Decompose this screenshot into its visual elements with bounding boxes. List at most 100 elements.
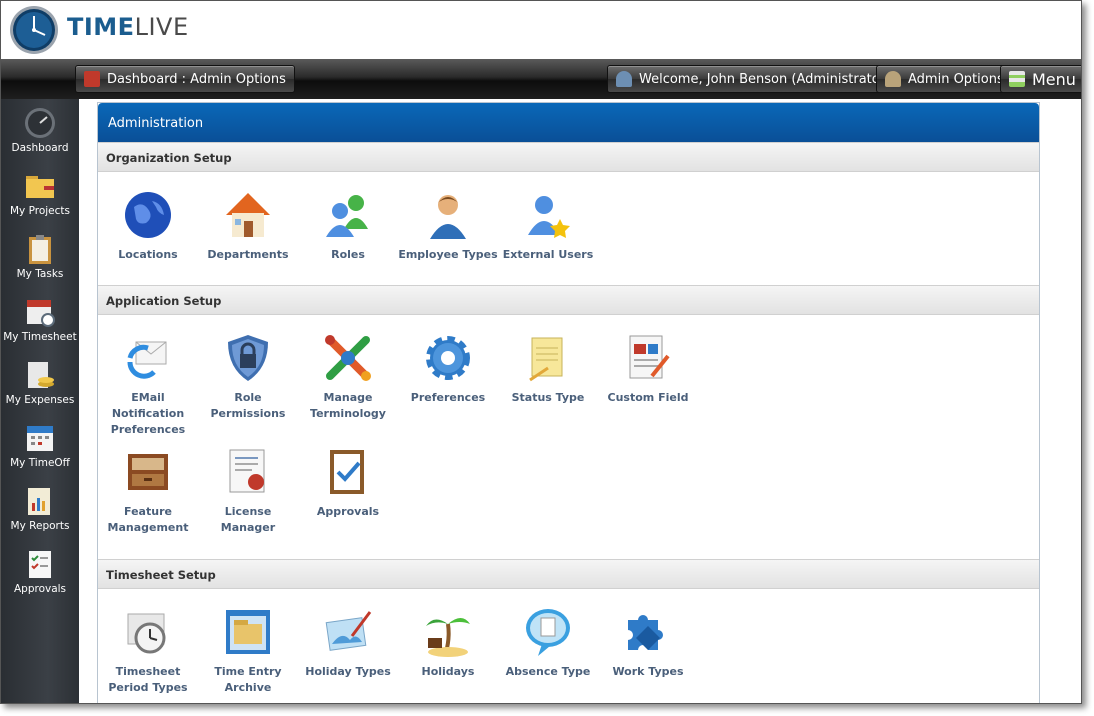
menu-list-icon bbox=[1009, 71, 1025, 87]
menu-label: Menu bbox=[1032, 69, 1076, 89]
notepad-icon bbox=[529, 337, 563, 382]
sidebar-item-label: My Reports bbox=[10, 520, 70, 532]
item-label: Approvals bbox=[316, 505, 380, 518]
dashboard-breadcrumb-label: Dashboard : Admin Options bbox=[107, 71, 286, 87]
clock-calendar-icon bbox=[127, 613, 166, 654]
checkbox-clipboard-icon bbox=[330, 450, 364, 494]
admin-item-email-notification-preferences[interactable]: EMail Notification Preferences bbox=[98, 332, 198, 438]
item-label: Holidays bbox=[421, 665, 475, 678]
admin-item-roles[interactable]: Roles bbox=[298, 189, 398, 263]
admin-item-employee-types[interactable]: Employee Types bbox=[398, 189, 498, 263]
header: TIMELIVE bbox=[1, 1, 1081, 59]
item-label: Departments bbox=[207, 248, 289, 261]
email-icon bbox=[127, 341, 167, 379]
puzzle-icon bbox=[325, 335, 371, 381]
app-window: TIMELIVE Dashboard : Admin Options Welco… bbox=[0, 0, 1082, 704]
calendar-clock-icon bbox=[27, 300, 55, 327]
speech-bubble-icon bbox=[526, 609, 570, 656]
top-bar: Dashboard : Admin Options Welcome, John … bbox=[1, 59, 1081, 99]
sidebar-item-my-reports[interactable]: My Reports bbox=[1, 485, 79, 545]
logo-time: TIME bbox=[67, 13, 135, 41]
item-label: Holiday Types bbox=[305, 665, 391, 678]
report-icon bbox=[28, 488, 50, 515]
sidebar-item-my-projects[interactable]: My Projects bbox=[1, 170, 79, 230]
item-label: Time Entry Archive bbox=[214, 665, 282, 694]
sidebar-item-label: Dashboard bbox=[11, 142, 69, 154]
admin-options-label: Admin Options bbox=[908, 71, 1004, 87]
menu-button[interactable]: Menu bbox=[1000, 65, 1081, 93]
shield-lock-icon bbox=[228, 335, 268, 381]
house-icon bbox=[226, 193, 270, 237]
panel-title: Administration bbox=[98, 103, 1039, 142]
painting-icon bbox=[325, 611, 372, 651]
item-label: Absence Type bbox=[505, 665, 591, 678]
administration-panel: Administration Organization Setup Locati… bbox=[97, 102, 1040, 703]
clock-logo-icon bbox=[10, 6, 58, 54]
admin-item-custom-field[interactable]: Custom Field bbox=[598, 332, 698, 406]
item-label: Status Type bbox=[511, 391, 585, 404]
admin-item-external-users[interactable]: External Users bbox=[498, 189, 598, 263]
sidebar-item-my-expenses[interactable]: My Expenses bbox=[1, 359, 79, 419]
sidebar-item-my-tasks[interactable]: My Tasks bbox=[1, 233, 79, 293]
sidebar-item-label: My Expenses bbox=[5, 394, 75, 406]
item-label: Feature Management bbox=[107, 505, 189, 534]
item-label: External Users bbox=[502, 248, 594, 261]
admin-item-departments[interactable]: Departments bbox=[198, 189, 298, 263]
sidebar-item-label: My Timesheet bbox=[3, 331, 77, 343]
sidebar-item-label: Approvals bbox=[13, 583, 67, 595]
sidebar-item-label: My Projects bbox=[9, 205, 70, 217]
logo-live: LIVE bbox=[134, 13, 189, 41]
chart-doc-icon bbox=[629, 335, 670, 379]
section-timesheet-setup: Timesheet Setup bbox=[98, 559, 1039, 589]
gear-icon bbox=[426, 336, 470, 380]
welcome-label: Welcome, John Benson (Administrator) bbox=[639, 71, 891, 87]
admin-item-time-entry-archive[interactable]: Time Entry Archive bbox=[198, 606, 298, 696]
admin-item-locations[interactable]: Locations bbox=[98, 189, 198, 263]
org-chart-icon bbox=[84, 71, 100, 87]
item-label: Roles bbox=[331, 248, 365, 261]
admin-item-manage-terminology[interactable]: Manage Terminology bbox=[298, 332, 398, 422]
item-label: EMail Notification Preferences bbox=[110, 391, 186, 436]
admin-item-approvals[interactable]: Approvals bbox=[298, 446, 398, 520]
item-label: Role Permissions bbox=[210, 391, 286, 420]
admin-item-absence-type[interactable]: Absence Type bbox=[498, 606, 598, 680]
item-label: Timesheet Period Types bbox=[108, 665, 188, 694]
palm-tree-icon bbox=[426, 618, 470, 657]
sidebar-item-my-timeoff[interactable]: My TimeOff bbox=[1, 422, 79, 482]
sidebar-item-dashboard[interactable]: Dashboard bbox=[1, 107, 79, 167]
users-icon bbox=[326, 195, 368, 237]
admin-item-work-types[interactable]: Work Types bbox=[598, 606, 698, 680]
item-label: Preferences bbox=[410, 391, 486, 404]
dashboard-icon bbox=[25, 108, 55, 138]
admin-user-icon bbox=[885, 71, 901, 87]
admin-item-feature-management[interactable]: Feature Management bbox=[98, 446, 198, 536]
item-label: Work Types bbox=[612, 665, 684, 678]
admin-item-timesheet-period-types[interactable]: Timesheet Period Types bbox=[98, 606, 198, 696]
item-label: License Manager bbox=[220, 505, 276, 534]
section-application-setup: Application Setup bbox=[98, 285, 1039, 315]
clipboard-icon bbox=[29, 235, 51, 264]
dashboard-breadcrumb-button[interactable]: Dashboard : Admin Options bbox=[75, 65, 295, 93]
item-label: Employee Types bbox=[398, 248, 498, 261]
admin-item-role-permissions[interactable]: Role Permissions bbox=[198, 332, 298, 422]
item-label: Custom Field bbox=[607, 391, 689, 404]
sidebar-item-my-timesheet[interactable]: My Timesheet bbox=[1, 296, 79, 356]
admin-item-holiday-types[interactable]: Holiday Types bbox=[298, 606, 398, 680]
admin-item-status-type[interactable]: Status Type bbox=[498, 332, 598, 406]
sidebar-item-label: My TimeOff bbox=[10, 457, 70, 469]
globe-icon bbox=[125, 192, 171, 238]
sidebar-item-label: My Tasks bbox=[16, 268, 64, 280]
user-icon bbox=[616, 71, 632, 87]
person-icon bbox=[430, 195, 466, 239]
admin-item-preferences[interactable]: Preferences bbox=[398, 332, 498, 406]
puzzle-blue-icon bbox=[628, 615, 663, 650]
admin-options-button[interactable]: Admin Options bbox=[876, 65, 1013, 93]
admin-item-holidays[interactable]: Holidays bbox=[398, 606, 498, 680]
user-star-icon bbox=[528, 196, 570, 238]
admin-item-license-manager[interactable]: License Manager bbox=[198, 446, 298, 536]
certificate-icon bbox=[229, 449, 265, 493]
folder-icon bbox=[26, 176, 54, 198]
item-label: Manage Terminology bbox=[310, 391, 386, 420]
sidebar-item-approvals[interactable]: Approvals bbox=[1, 548, 79, 608]
welcome-user-button[interactable]: Welcome, John Benson (Administrator) bbox=[607, 65, 900, 93]
